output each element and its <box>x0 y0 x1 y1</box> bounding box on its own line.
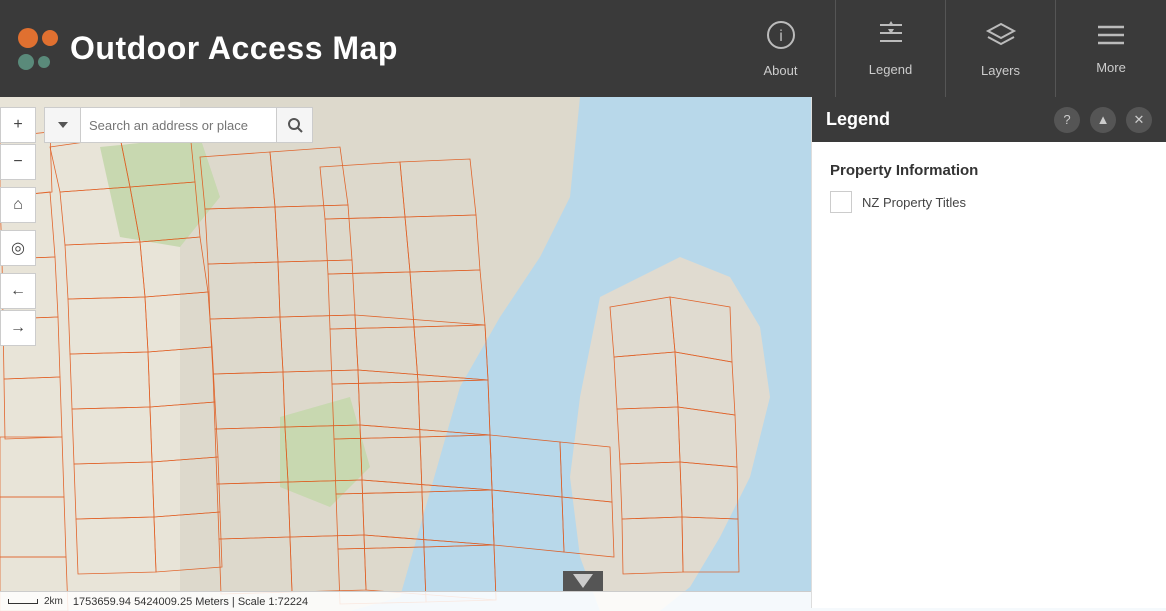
legend-icon <box>874 21 908 56</box>
layers-icon <box>984 20 1018 57</box>
chevron-down-icon <box>55 117 71 133</box>
search-icon <box>287 117 303 133</box>
search-input[interactable] <box>81 108 276 142</box>
about-label: About <box>764 63 798 78</box>
legend-help-button[interactable]: ? <box>1054 107 1080 133</box>
nav-item-more[interactable]: More <box>1056 0 1166 97</box>
svg-text:i: i <box>779 28 783 45</box>
logo-area: Outdoor Access Map <box>0 28 560 70</box>
legend-collapse-button[interactable]: ▲ <box>1090 107 1116 133</box>
map-area[interactable]: + − ⌂ ◎ ← → Legend ? ▲ ✕ <box>0 97 1166 611</box>
nav-item-about[interactable]: i About <box>726 0 836 97</box>
collapse-icon <box>573 574 593 588</box>
scale-label: 2km <box>44 596 63 607</box>
nav-item-layers[interactable]: Layers <box>946 0 1056 97</box>
legend-item-nz-property-titles: NZ Property Titles <box>830 191 1148 213</box>
about-icon: i <box>766 20 796 57</box>
app-header: Outdoor Access Map i About <box>0 0 1166 97</box>
left-toolbar: + − ⌂ ◎ ← → <box>0 107 36 347</box>
legend-title: Legend <box>826 109 1044 130</box>
logo-dots <box>18 28 58 70</box>
legend-panel: Legend ? ▲ ✕ Property Information NZ Pro… <box>811 97 1166 608</box>
scale-bar <box>8 599 38 604</box>
search-submit-button[interactable] <box>276 108 312 142</box>
legend-close-button[interactable]: ✕ <box>1126 107 1152 133</box>
forward-button[interactable]: → <box>0 310 36 346</box>
home-button[interactable]: ⌂ <box>0 187 36 223</box>
legend-swatch <box>830 191 852 213</box>
more-icon <box>1096 23 1126 54</box>
logo-dot-orange2 <box>42 30 58 46</box>
logo-dot-orange <box>18 28 38 48</box>
locate-button[interactable]: ◎ <box>0 230 36 266</box>
search-bar <box>44 107 313 143</box>
property-info-title: Property Information <box>830 162 1148 179</box>
legend-header: Legend ? ▲ ✕ <box>812 97 1166 142</box>
layers-label: Layers <box>981 63 1020 78</box>
nav-item-legend[interactable]: Legend <box>836 0 946 97</box>
zoom-out-button[interactable]: − <box>0 144 36 180</box>
legend-body: Property Information NZ Property Titles <box>812 142 1166 241</box>
search-dropdown-button[interactable] <box>45 108 81 142</box>
more-label: More <box>1096 60 1126 75</box>
legend-item-label: NZ Property Titles <box>862 195 966 210</box>
logo-dot-teal <box>18 54 34 70</box>
app-title: Outdoor Access Map <box>70 30 398 67</box>
logo-dot-teal2 <box>38 56 50 68</box>
legend-label: Legend <box>869 62 912 77</box>
coordinates-display: 1753659.94 5424009.25 Meters | Scale 1:7… <box>73 596 308 608</box>
map-collapse-button[interactable] <box>563 571 603 591</box>
scale-bar-area: 2km <box>8 596 63 607</box>
back-button[interactable]: ← <box>0 273 36 309</box>
nav-items: i About Legend <box>726 0 1166 97</box>
zoom-in-button[interactable]: + <box>0 107 36 143</box>
